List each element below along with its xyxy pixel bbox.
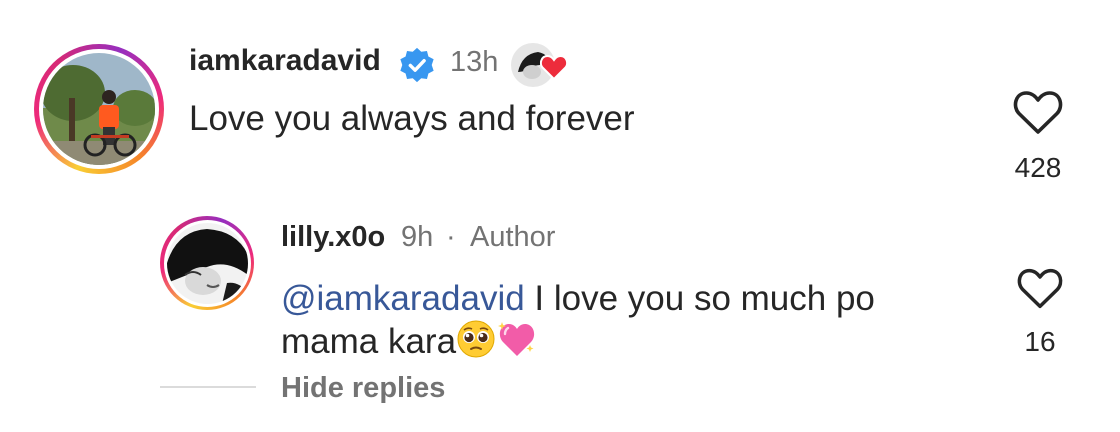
commenter-username[interactable]: iamkaradavid <box>189 44 381 78</box>
mention-link[interactable]: @iamkaradavid <box>281 279 525 318</box>
comment-like-count: 428 <box>1014 152 1062 183</box>
comment-timestamp: 13h <box>450 46 499 78</box>
reply-username[interactable]: lilly.x0o <box>281 221 385 254</box>
reply-text: @iamkaradavid I love you so much po mama… <box>281 278 961 363</box>
author-liked-heart-icon <box>540 54 568 80</box>
like-heart-icon[interactable] <box>1012 88 1064 136</box>
thread-divider <box>160 386 256 388</box>
comment-text: Love you always and forever <box>189 99 635 138</box>
avatar-photo <box>166 222 248 304</box>
reply-avatar[interactable] <box>160 216 254 310</box>
reply-timestamp: 9h <box>401 221 434 253</box>
author-badge: Author <box>470 221 556 253</box>
avatar-photo <box>43 53 155 165</box>
like-heart-icon[interactable] <box>1016 266 1064 310</box>
reply-like-count: 16 <box>1024 326 1056 357</box>
pleading-face-icon <box>457 320 495 358</box>
verified-badge-icon <box>400 47 434 83</box>
sparkling-heart-icon <box>498 322 535 357</box>
meta-separator: · <box>446 221 456 253</box>
hide-replies-button[interactable]: Hide replies <box>281 372 445 405</box>
commenter-avatar[interactable] <box>34 44 164 174</box>
